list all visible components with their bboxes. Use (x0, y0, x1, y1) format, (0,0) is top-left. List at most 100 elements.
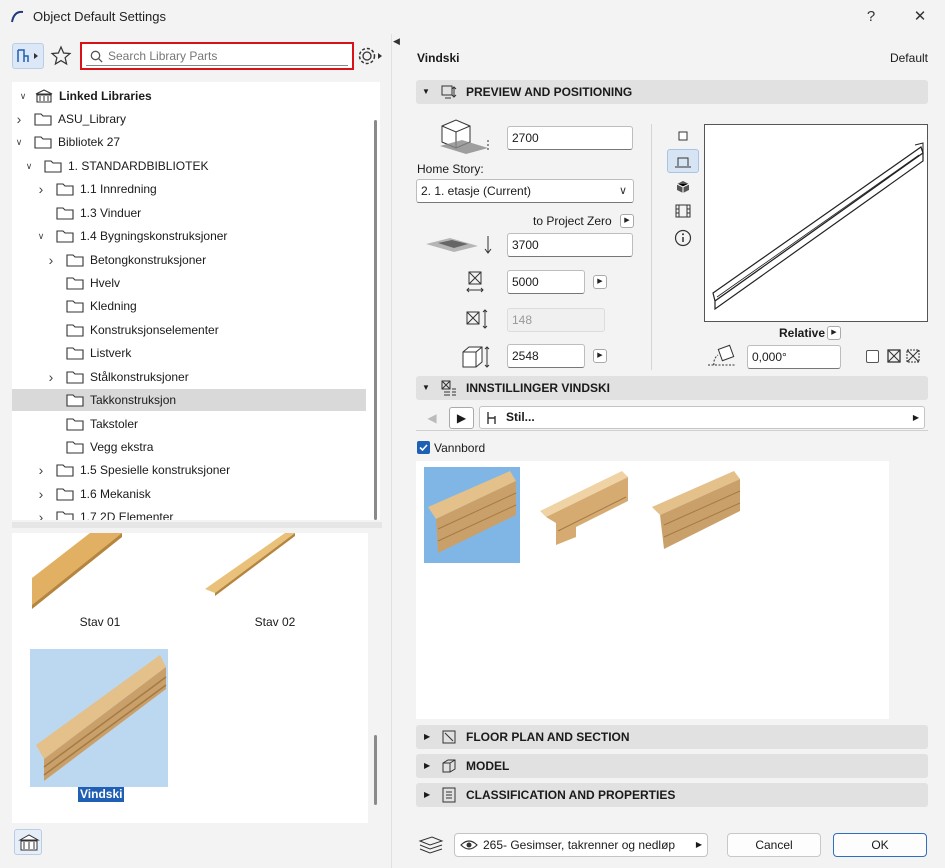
folder-icon (56, 182, 74, 196)
help-button[interactable]: ? (858, 6, 884, 28)
elevation-icon (440, 119, 489, 154)
close-button[interactable]: ✕ (907, 6, 933, 28)
folder-icon (66, 323, 84, 337)
rotation-angle-field[interactable]: 0,000° (747, 345, 841, 369)
search-box[interactable]: Search Library Parts (80, 42, 354, 70)
tree-item[interactable]: Takkonstruksjon (12, 389, 366, 411)
star-icon (50, 45, 72, 66)
cancel-button[interactable]: Cancel (727, 833, 821, 857)
vannbord-checkbox[interactable] (417, 441, 430, 454)
chevron-right-icon[interactable]: › (46, 249, 56, 271)
chevron-right-icon[interactable]: › (46, 366, 56, 388)
tree-item-label: 1.1 Innredning (80, 182, 157, 196)
to-project-zero-arrow-button[interactable]: ▶ (620, 214, 634, 228)
library-settings-button[interactable] (356, 44, 384, 68)
library-item-stav01[interactable]: Stav 01 (30, 533, 170, 643)
eye-icon (460, 840, 478, 850)
tree-item[interactable]: › 1.6 Mekanisk (12, 483, 366, 505)
nav-forward-button[interactable]: ▶ (449, 407, 474, 429)
chevron-down-icon[interactable]: ∨ (14, 131, 24, 153)
view-mode-side-button[interactable] (667, 149, 699, 173)
project-zero-field[interactable]: 3700 (507, 233, 633, 257)
tree-item[interactable]: 1.3 Vinduer (12, 202, 366, 224)
section-classification[interactable]: ▶ CLASSIFICATION AND PROPERTIES (416, 783, 928, 807)
chevron-right-icon[interactable]: › (36, 459, 46, 481)
tree-item[interactable]: › 1.7 2D Elementer (12, 506, 366, 520)
section-model[interactable]: ▶ MODEL (416, 754, 928, 778)
chevron-right-icon[interactable]: › (36, 178, 46, 200)
tree-item-label: Betongkonstruksjoner (90, 253, 207, 267)
tree-scrollbar[interactable] (374, 120, 377, 520)
tree-item[interactable]: › 1.1 Innredning (12, 178, 366, 200)
view-mode-3d-button[interactable] (675, 179, 691, 195)
width-arrow-button[interactable]: ▶ (593, 275, 607, 289)
tree-item[interactable]: Takstoler (12, 413, 366, 435)
chevron-down-icon: ∨ (618, 185, 627, 197)
to-project-zero-label: to Project Zero (533, 214, 612, 228)
profile-option-1[interactable] (424, 467, 520, 563)
height-arrow-button[interactable]: ▶ (593, 349, 607, 363)
favorites-button[interactable] (50, 44, 72, 68)
tree-item-label: Takstoler (90, 417, 139, 431)
chevron-right-icon[interactable]: › (36, 483, 46, 505)
ok-button[interactable]: OK (833, 833, 927, 857)
layer-select[interactable]: 265- Gesimser, takrenner og nedløp ▶ (454, 833, 708, 857)
tree-item[interactable]: ∨ 1. STANDARDBIBLIOTEK (12, 155, 366, 177)
tree-item[interactable]: Konstruksjonselementer (12, 319, 366, 341)
vannbord-label: Vannbord (434, 441, 486, 455)
library-manager-button[interactable] (14, 829, 42, 855)
tree-item-label: 1.5 Spesielle konstruksjoner (80, 463, 231, 477)
relative-arrow-button[interactable]: ▶ (827, 326, 841, 340)
view-mode-section-button[interactable] (674, 203, 692, 219)
view-mode-plan-button[interactable] (676, 129, 690, 143)
tree-item-label: 1.4 Bygningskonstruksjoner (80, 229, 228, 243)
floor-plan-icon (442, 730, 456, 744)
profile-option-2[interactable] (536, 467, 632, 563)
profile-option-3[interactable] (648, 467, 744, 563)
tree-item[interactable]: Hvelv (12, 272, 366, 294)
object-preview-canvas[interactable] (704, 124, 928, 322)
chevron-right-icon[interactable]: › (36, 506, 46, 520)
chevron-right-icon[interactable]: › (14, 108, 24, 130)
tree-item-label: Bibliotek 27 (58, 135, 121, 149)
chevron-right-icon: ▶ (424, 732, 431, 741)
section-innstillinger[interactable]: ▼ INNSTILLINGER VINDSKI (416, 376, 928, 400)
library-item-vindski[interactable] (30, 649, 168, 787)
chevron-down-icon[interactable]: ∨ (36, 225, 46, 247)
profile-3-thumbnail (652, 471, 741, 549)
elevation-field[interactable]: 2700 (507, 126, 633, 150)
tree-item[interactable]: Listverk (12, 342, 366, 364)
info-icon (674, 229, 692, 247)
mirror-checkbox[interactable] (866, 350, 879, 363)
chevron-down-icon[interactable]: ∨ (24, 155, 34, 177)
library-view-button[interactable] (12, 43, 44, 69)
section-preview-positioning[interactable]: ▼ PREVIEW AND POSITIONING (416, 80, 928, 104)
panel-splitter[interactable] (12, 522, 382, 528)
chevron-down-icon[interactable]: ∨ (18, 85, 28, 107)
style-page-select[interactable]: Stil... ▶ (479, 406, 925, 429)
selected-item-label: Vindski (78, 787, 125, 802)
items-scrollbar[interactable] (374, 735, 377, 805)
tree-item[interactable]: › ASU_Library (12, 108, 366, 130)
tree-item[interactable]: › Stålkonstruksjoner (12, 366, 366, 388)
tree-item[interactable]: › Betongkonstruksjoner (12, 249, 366, 271)
tree-item-label: Takkonstruksjon (90, 393, 177, 407)
tree-item[interactable]: Kledning (12, 295, 366, 317)
project-zero-icon (426, 236, 492, 254)
tree-item[interactable]: › 1.5 Spesielle konstruksjoner (12, 459, 366, 481)
preview-section-icon (441, 85, 457, 99)
collapse-left-icon[interactable]: ◀ (393, 36, 400, 47)
tree-row-linked-libraries[interactable]: ∨ Linked Libraries (12, 85, 368, 107)
library-item-stav02[interactable]: Stav 02 (205, 533, 345, 643)
height-field[interactable]: 2548 (507, 344, 585, 368)
tree-item[interactable]: Vegg ekstra (12, 436, 366, 458)
tree-item[interactable]: ∨ Bibliotek 27 (12, 131, 366, 153)
home-story-select[interactable]: 2. 1. etasje (Current) ∨ (416, 179, 634, 203)
info-button[interactable] (674, 229, 692, 247)
nav-back-button[interactable]: ◀ (421, 407, 443, 429)
width-field[interactable]: 5000 (507, 270, 585, 294)
tree-item[interactable]: ∨ 1.4 Bygningskonstruksjoner (12, 225, 366, 247)
section-floor-plan[interactable]: ▶ FLOOR PLAN AND SECTION (416, 725, 928, 749)
search-input[interactable]: Search Library Parts (108, 49, 217, 63)
tree-item-label: 1.3 Vinduer (80, 206, 142, 220)
